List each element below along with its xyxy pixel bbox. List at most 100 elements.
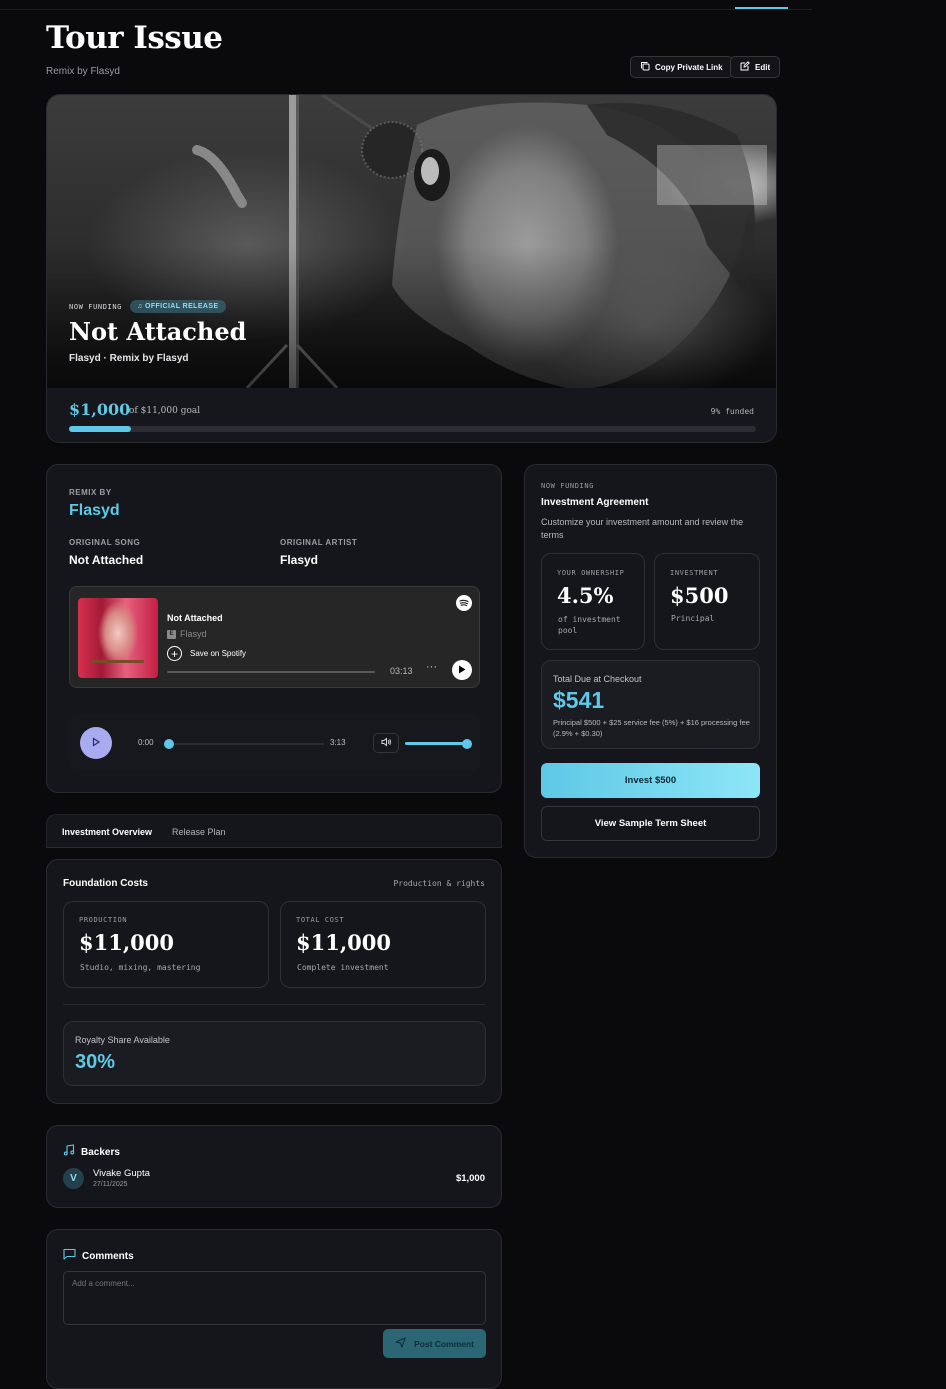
page-subtitle: Remix by Flasyd	[46, 66, 120, 77]
original-song-label: ORIGINAL SONG	[69, 538, 141, 547]
copy-private-link-label: Copy Private Link	[655, 62, 723, 72]
volume-handle[interactable]	[462, 738, 472, 749]
backers-card: Backers V Vivake Gupta 27/11/2025 $1,000	[46, 1125, 502, 1208]
volume-fill	[405, 742, 467, 745]
investment-agreement-desc: Customize your investment amount and rev…	[541, 517, 744, 540]
ownership-label: YOUR OWNERSHIP	[557, 569, 625, 577]
mute-button[interactable]	[373, 733, 399, 753]
comments-title: Comments	[82, 1250, 134, 1262]
total-cost-value: $11,000	[296, 930, 391, 955]
investment-desc: Principal	[671, 614, 715, 623]
investment-label: INVESTMENT	[670, 569, 719, 577]
original-artist-label: ORIGINAL ARTIST	[280, 538, 358, 547]
backer-amount: $1,000	[455, 1173, 485, 1184]
foundation-costs-tag: Production & rights	[393, 879, 485, 888]
seek-handle[interactable]	[164, 739, 174, 749]
funding-goal: of $11,000 goal	[129, 406, 201, 416]
foundation-costs-card: Foundation Costs Production & rights PRO…	[46, 859, 502, 1104]
play-icon	[91, 734, 101, 752]
tab-release-plan[interactable]: Release Plan	[172, 827, 226, 837]
copy-icon	[640, 61, 650, 73]
spotify-artist-row: E Flasyd	[167, 629, 207, 639]
music-note-icon	[63, 1143, 75, 1161]
royalty-share-label: Royalty Share Available	[75, 1035, 170, 1045]
backer-date: 27/11/2025	[93, 1181, 128, 1188]
music-note-icon: ♫	[136, 303, 145, 310]
hero-labels: NOW FUNDING ♫ OFFICIAL RELEASE	[69, 300, 226, 313]
audio-player: 0:00 3:13	[69, 715, 480, 771]
investment-value: $500	[670, 583, 729, 608]
edit-label: Edit	[755, 62, 771, 72]
page-title: Tour Issue	[46, 20, 223, 56]
raised-amount: $1,000	[69, 400, 131, 419]
comments-card: Comments Post Comment	[46, 1229, 502, 1389]
remix-by-name[interactable]: Flasyd	[69, 502, 120, 520]
avatar: V	[63, 1168, 84, 1189]
total-cost-desc: Complete investment	[297, 963, 389, 972]
official-release-label: OFFICIAL RELEASE	[144, 303, 219, 310]
edit-button[interactable]: Edit	[730, 56, 781, 78]
ownership-tile: YOUR OWNERSHIP 4.5% of investment pool	[541, 553, 645, 650]
investment-agreement-card: NOW FUNDING Investment Agreement Customi…	[524, 464, 777, 858]
total-due-tile: Total Due at Checkout $541 Principal $50…	[541, 660, 760, 749]
play-button[interactable]	[80, 727, 112, 759]
explicit-badge: E	[167, 629, 176, 639]
investment-now-funding: NOW FUNDING	[541, 482, 594, 490]
production-value: $11,000	[79, 930, 174, 955]
original-artist: Flasyd	[280, 553, 319, 567]
send-icon	[395, 1335, 406, 1353]
tab-investment-overview[interactable]: Investment Overview	[62, 827, 152, 837]
ownership-value: 4.5%	[557, 583, 614, 608]
funding-progress-bar	[69, 426, 756, 432]
remix-by-label: REMIX BY	[69, 488, 112, 497]
investment-agreement-title: Investment Agreement	[541, 497, 649, 508]
backer-name: Vivake Gupta	[93, 1168, 150, 1179]
volume-slider[interactable]	[405, 738, 472, 749]
spotify-artist[interactable]: Flasyd	[180, 629, 207, 639]
spotify-duration: 03:13	[390, 666, 413, 676]
audio-seek-bar[interactable]	[164, 739, 324, 749]
edit-icon	[740, 61, 750, 73]
divider	[63, 1004, 486, 1005]
invest-button[interactable]: Invest $500	[541, 763, 760, 798]
backers-title: Backers	[81, 1146, 120, 1158]
total-due-label: Total Due at Checkout	[553, 674, 642, 684]
spotify-embed: Not Attached E Flasyd + Save on Spotify …	[69, 586, 480, 688]
spotify-track-title[interactable]: Not Attached	[167, 613, 223, 623]
save-on-spotify-button[interactable]: + Save on Spotify	[167, 646, 246, 661]
hero-byline: Flasyd · Remix by Flasyd	[69, 353, 189, 364]
funding-progress-fill	[69, 426, 131, 432]
investment-tile: INVESTMENT $500 Principal	[654, 553, 760, 650]
post-comment-label: Post Comment	[414, 1338, 474, 1349]
play-icon	[458, 661, 466, 679]
spotify-logo-icon[interactable]	[456, 595, 472, 611]
tab-bar: Investment Overview Release Plan	[46, 814, 502, 848]
comment-input[interactable]	[63, 1271, 486, 1325]
top-divider	[0, 9, 812, 10]
royalty-share-value: 30%	[75, 1051, 116, 1073]
spotify-progress-bar[interactable]	[167, 671, 375, 673]
view-term-sheet-button[interactable]: View Sample Term Sheet	[541, 806, 760, 841]
more-options-icon[interactable]: ···	[426, 661, 437, 673]
ownership-desc: of investment pool	[558, 615, 621, 635]
original-song: Not Attached	[69, 553, 144, 567]
foundation-costs-title: Foundation Costs	[63, 878, 148, 889]
hero-title: Not Attached	[69, 317, 247, 346]
save-on-spotify-label: Save on Spotify	[190, 649, 247, 658]
active-nav-indicator	[735, 7, 788, 9]
funded-percent: 9% funded	[710, 407, 754, 416]
post-comment-button[interactable]: Post Comment	[383, 1329, 486, 1358]
hero-now-funding: NOW FUNDING	[69, 302, 122, 311]
spotify-play-button[interactable]	[452, 660, 472, 680]
comment-icon	[63, 1247, 76, 1265]
volume-icon	[381, 734, 392, 752]
backers-header: Backers	[63, 1143, 120, 1161]
total-due-breakdown: Principal $500 + $25 service fee (5%) + …	[553, 718, 750, 738]
album-art	[78, 598, 158, 678]
copy-private-link-button[interactable]: Copy Private Link	[630, 56, 733, 78]
current-time: 0:00	[138, 738, 154, 747]
hero-card: NOW FUNDING ♫ OFFICIAL RELEASE Not Attac…	[46, 94, 777, 443]
total-cost-label: TOTAL COST	[296, 916, 345, 924]
production-label: PRODUCTION	[79, 916, 128, 924]
remix-card: REMIX BY Flasyd ORIGINAL SONG Not Attach…	[46, 464, 502, 793]
